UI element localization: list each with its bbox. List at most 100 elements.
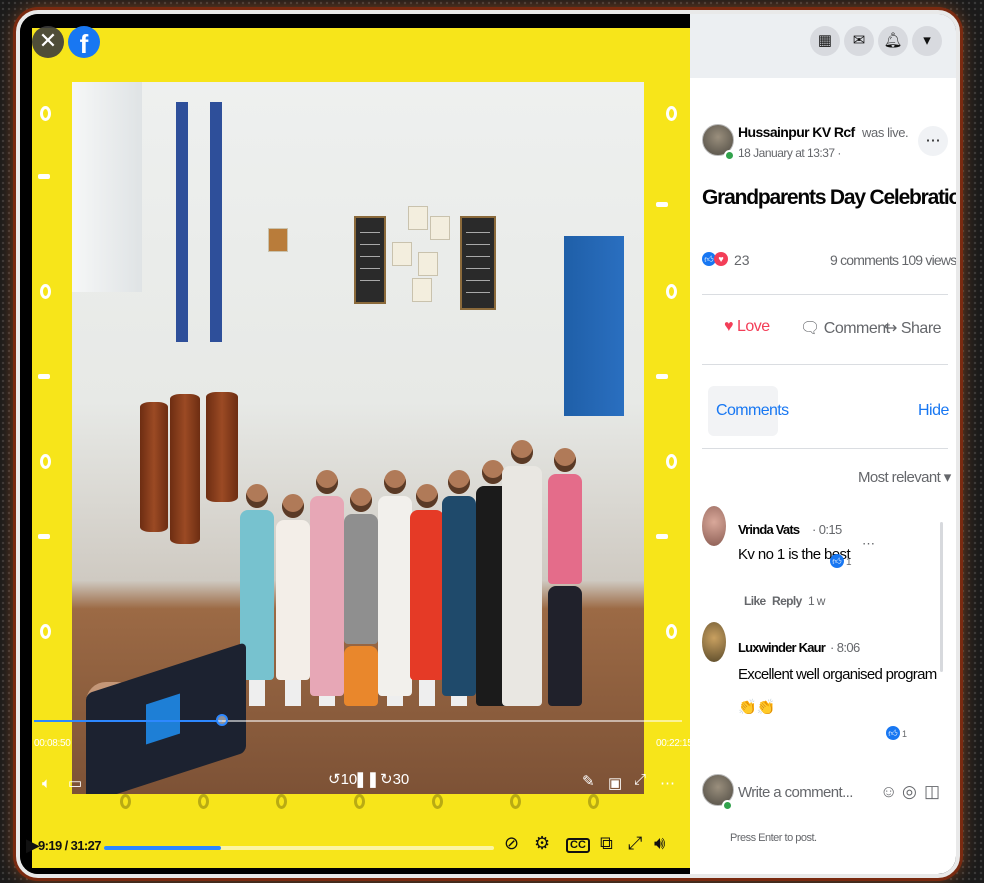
close-icon[interactable]: ✕ (32, 26, 64, 58)
facebook-logo-icon[interactable]: f (68, 26, 100, 59)
love-button[interactable]: ♥ Love (724, 318, 770, 336)
camera-icon[interactable]: ◎ (902, 782, 917, 802)
wall-chart (460, 216, 496, 310)
comment-time[interactable]: · 8:06 (830, 640, 860, 655)
commenter-avatar[interactable] (702, 622, 726, 662)
account-dropdown-icon[interactable]: ▾ (912, 26, 942, 56)
fullscreen-icon[interactable]: ⤢ (628, 834, 642, 852)
border-dot (666, 106, 677, 121)
wall-card (392, 242, 412, 266)
inner-elapsed-time: 00:08:50 (34, 738, 71, 749)
post-timestamp[interactable]: 18 January at 13:37 · (738, 146, 841, 160)
commenter-avatar[interactable] (702, 506, 726, 546)
live-status: was live. (862, 125, 909, 140)
border-dot (40, 106, 51, 121)
border-dot (588, 794, 599, 809)
inner-pause-icon[interactable]: ❚❚ (354, 772, 379, 787)
wall-chart (354, 216, 386, 304)
child (410, 484, 444, 706)
more-options-icon[interactable]: ⋯ (918, 126, 948, 156)
inner-volume-icon[interactable]: 🔈︎ (42, 776, 51, 791)
top-navigation: ▦ ✉ 🔔︎ ▾ (690, 14, 956, 78)
comment-like-link[interactable]: Like (744, 594, 766, 608)
wall-card (418, 252, 438, 276)
player-control-bar: ▶ 9:19 / 31:27 ⊘ ⚙ CC ⧉ ⤢ 🔊︎ (20, 822, 690, 870)
comment-like-icon: 👍︎ (830, 554, 844, 568)
window (72, 82, 142, 292)
wall-card (430, 216, 450, 240)
love-reaction-icon: ♥ (714, 252, 728, 266)
reaction-count[interactable]: 23 (734, 252, 750, 268)
video-player[interactable]: 00:08:50 00:22:15 🔈︎ ▭ ↺10 ❚❚ ↻30 ✎ ▣ ⤢ … (20, 14, 693, 874)
post-stats[interactable]: 9 comments 109 views (830, 252, 956, 268)
rewind-icon[interactable]: ↺10 (328, 772, 357, 787)
comment-age[interactable]: 1 w (808, 594, 825, 608)
sort-comments-dropdown[interactable]: Most relevant ▾ (858, 468, 951, 486)
seek-bar-fill (104, 846, 221, 850)
comment-time[interactable]: · 0:15 (812, 522, 842, 537)
comment-input-box[interactable]: Write a comment... ☺ ◎ ◫ (736, 776, 950, 810)
inner-pip-icon[interactable]: ▣ (608, 776, 622, 791)
post-author[interactable]: Hussainpur KV Rcf (738, 124, 855, 140)
comment-button[interactable]: 🗨︎ Comment (800, 318, 890, 338)
draw-pen-icon[interactable]: ✎ (582, 774, 595, 789)
comment-like-count[interactable]: 1 (846, 557, 852, 568)
share-button[interactable]: ↪ Share (884, 318, 942, 338)
online-indicator (722, 800, 733, 811)
border-dot (666, 284, 677, 299)
comment-like-icon: 👍︎ (886, 726, 900, 740)
forward-icon[interactable]: ↻30 (380, 772, 409, 787)
sticker-icon[interactable]: ◫ (924, 782, 940, 802)
inner-seek-fill (34, 720, 222, 722)
emoji-icon[interactable]: ☺ (880, 782, 897, 802)
border-dot (120, 794, 131, 809)
forward-seconds: 30 (392, 771, 410, 788)
wall-frame (268, 228, 288, 252)
border-dot (666, 454, 677, 469)
messenger-icon[interactable]: ✉ (844, 26, 874, 56)
inner-expand-icon[interactable]: ⤢ (634, 772, 646, 787)
comment-more-icon[interactable]: ⋯ (862, 536, 875, 552)
seek-bar[interactable] (104, 846, 494, 850)
curtain (176, 102, 188, 342)
inner-more-icon[interactable]: ⋯ (660, 776, 675, 791)
comment-reply-link[interactable]: Reply (772, 594, 802, 608)
border-dot (198, 794, 209, 809)
comment-emoji: 👏👏 (738, 699, 776, 716)
post-title: Grandparents Day Celebration (702, 186, 960, 209)
border-dot (354, 794, 365, 809)
notifications-bell-icon[interactable]: 🔔︎ (878, 26, 908, 56)
border-dash (656, 534, 668, 539)
divider (702, 448, 948, 449)
inner-seek-bar[interactable] (34, 714, 682, 726)
divider (702, 294, 948, 295)
settings-icon[interactable]: ⚙ (534, 834, 550, 852)
picture-in-picture-icon[interactable]: ⧉ (600, 834, 613, 852)
curtain (210, 102, 222, 342)
comment-bubble-icon: 🗨︎ (800, 320, 820, 337)
blue-cabinet (564, 236, 624, 416)
comments-scrollbar[interactable] (940, 522, 943, 672)
comment-author[interactable]: Luxwinder Kaur (738, 640, 826, 655)
menu-grid-icon[interactable]: ▦ (810, 26, 840, 56)
child (548, 448, 582, 706)
volume-icon[interactable]: 🔊︎ (654, 834, 665, 852)
border-dot (40, 624, 51, 639)
child (378, 470, 412, 706)
inner-seek-handle[interactable] (215, 714, 228, 726)
clip-icon[interactable]: ⊘ (504, 834, 519, 852)
hide-comments-link[interactable]: Hide (918, 402, 949, 420)
border-dash (38, 534, 50, 539)
wall-card (412, 278, 432, 302)
drum (170, 394, 200, 544)
child (276, 494, 310, 706)
child (442, 470, 476, 706)
border-dot (276, 794, 287, 809)
share-label: Share (900, 320, 942, 337)
comment-like-count[interactable]: 1 (902, 729, 907, 739)
divider (702, 364, 948, 365)
comment-author[interactable]: Vrinda Vats (738, 522, 800, 537)
border-dash (656, 202, 668, 207)
captions-button[interactable]: CC (566, 838, 590, 853)
inner-captions-icon[interactable]: ▭ (68, 776, 82, 791)
